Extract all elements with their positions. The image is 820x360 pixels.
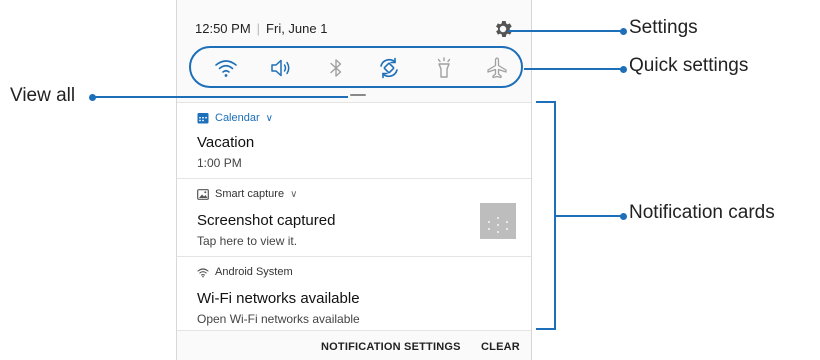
airplane-icon[interactable]: [484, 55, 510, 81]
flashlight-icon[interactable]: [431, 55, 457, 81]
image-icon: [197, 188, 209, 200]
notification-card-android-system[interactable]: Android System Wi-Fi networks available …: [177, 256, 531, 331]
notification-cards-callout-label: Notification cards: [629, 202, 775, 223]
quick-settings-callout-line: [524, 68, 624, 70]
view-all-callout-label: View all: [10, 85, 76, 106]
card-title: Vacation: [197, 134, 255, 151]
notification-cards-bracket-bottom: [536, 328, 556, 330]
wifi-icon[interactable]: [213, 55, 239, 81]
settings-callout-line: [508, 30, 624, 32]
quick-settings-callout-dot: [620, 65, 627, 73]
notification-card-calendar[interactable]: Calendar ∨ Vacation 1:00 PM: [177, 102, 531, 178]
notification-footer: NOTIFICATION SETTINGS CLEAR: [177, 330, 531, 360]
screenshot-thumbnail[interactable]: [480, 203, 516, 239]
calendar-icon: [197, 113, 209, 124]
card-text: Tap here to view it.: [197, 234, 298, 248]
card-header: Calendar ∨: [197, 112, 273, 124]
clock: 12:50 PM: [195, 21, 251, 36]
chevron-down-icon[interactable]: ∨: [266, 113, 273, 124]
view-all-handle[interactable]: [350, 94, 366, 96]
notification-panel: 12:50 PM | Fri, June 1 Calendar ∨ Vacati…: [176, 0, 532, 360]
card-title: Wi-Fi networks available: [197, 290, 360, 307]
settings-callout-label: Settings: [629, 17, 698, 38]
settings-callout-dot: [620, 27, 627, 35]
speaker-icon[interactable]: [268, 55, 294, 81]
card-text: Open Wi-Fi networks available: [197, 312, 360, 326]
date: Fri, June 1: [266, 21, 328, 36]
chevron-down-icon[interactable]: ∨: [290, 189, 297, 200]
quick-settings-bar: [189, 46, 523, 88]
card-title: Screenshot captured: [197, 212, 336, 229]
gear-icon[interactable]: [492, 18, 514, 40]
card-app-name: Calendar: [215, 112, 260, 124]
notification-cards-bracket-top: [536, 101, 556, 103]
quick-settings-callout-label: Quick settings: [629, 55, 749, 76]
bluetooth-icon[interactable]: [323, 55, 349, 81]
separator: |: [256, 21, 261, 36]
view-all-callout-line: [93, 96, 348, 98]
notification-cards-callout-dot: [620, 212, 627, 220]
notification-cards-callout-line: [556, 215, 622, 217]
rotate-icon[interactable]: [376, 55, 402, 81]
card-header: Android System: [197, 266, 293, 278]
notification-settings-button[interactable]: NOTIFICATION SETTINGS: [321, 341, 461, 353]
card-app-name: Android System: [215, 266, 293, 278]
clear-button[interactable]: CLEAR: [481, 341, 520, 353]
notification-card-smart-capture[interactable]: Smart capture ∨ Screenshot captured Tap …: [177, 178, 531, 256]
card-app-name: Smart capture: [215, 188, 285, 200]
card-header: Smart capture ∨: [197, 188, 297, 200]
wifi-icon: [197, 267, 209, 277]
status-row: 12:50 PM | Fri, June 1: [177, 0, 531, 50]
date-time: 12:50 PM | Fri, June 1: [195, 21, 327, 36]
card-text: 1:00 PM: [197, 156, 242, 170]
